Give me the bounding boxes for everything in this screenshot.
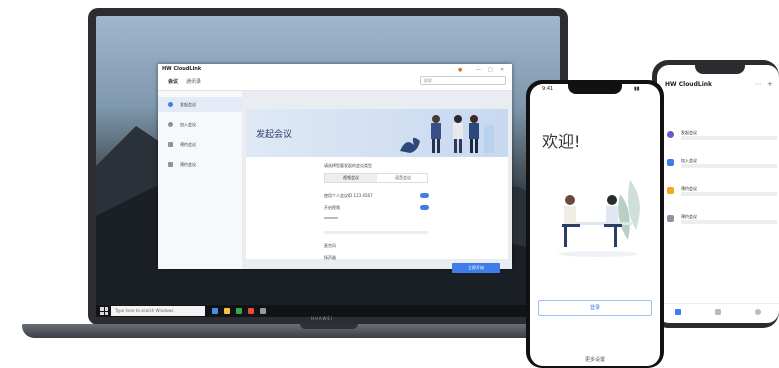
- laptop-screen: HW CloudLink 会议 通讯录 ● — □ ✕ 搜索 发起会议 加入会议…: [96, 16, 560, 317]
- windows-start-icon[interactable]: [100, 307, 108, 315]
- sidebar-item-schedule[interactable]: 预约会议: [158, 137, 242, 152]
- edge-icon[interactable]: [212, 308, 218, 314]
- segment-video[interactable]: 视频会议: [325, 174, 377, 182]
- option-video: 开启视频: [324, 205, 340, 210]
- calendar-icon: [667, 187, 674, 194]
- phone-left-screen: 9:41 ▮▮ 欢迎! 登录 更多设置: [530, 84, 660, 366]
- login-button[interactable]: 登录: [538, 300, 652, 316]
- avatar-icon[interactable]: ●: [458, 67, 462, 73]
- phone-app-title: HW CloudLink: [665, 81, 713, 88]
- list-icon: [667, 215, 674, 222]
- nav-meetings[interactable]: 会议: [168, 78, 178, 85]
- form-heading: 请选择您要发起的会议类型: [324, 163, 372, 168]
- phone-item-start[interactable]: 发起会议: [665, 127, 779, 151]
- handshake-illustration: [400, 115, 494, 153]
- placeholder-line: [324, 231, 428, 234]
- maximize-icon[interactable]: □: [488, 67, 493, 73]
- phone-right-screen: HW CloudLink ⋯ + 发起会议 加入会议 预约会议 预约会议: [657, 65, 779, 323]
- phone-right: HW CloudLink ⋯ + 发起会议 加入会议 预约会议 预约会议: [652, 60, 779, 328]
- link-speaker[interactable]: 扬声器: [324, 255, 336, 261]
- join-icon: [168, 122, 173, 127]
- welcome-text: 欢迎!: [542, 132, 581, 151]
- calendar-icon: [168, 142, 173, 147]
- more-icon[interactable]: ⋯: [755, 81, 761, 88]
- laptop-notch: [300, 324, 358, 329]
- sidebar: 发起会议 加入会议 预约会议 预约会议: [158, 91, 242, 269]
- search-input[interactable]: 搜索: [420, 76, 506, 85]
- join-icon: [667, 159, 674, 166]
- app-icon[interactable]: [260, 308, 266, 314]
- sidebar-item-start[interactable]: 发起会议: [158, 97, 242, 112]
- meeting-illustration: [558, 180, 640, 257]
- tab-meetings-icon[interactable]: [675, 309, 681, 315]
- sidebar-item-join[interactable]: 加入会议: [158, 117, 242, 132]
- phone-item-join[interactable]: 加入会议: [665, 155, 779, 179]
- taskbar-search-input[interactable]: Type here to search Windows: [111, 306, 205, 316]
- phone-left: 9:41 ▮▮ 欢迎! 登录 更多设置: [526, 80, 664, 368]
- minimize-icon[interactable]: —: [476, 67, 481, 73]
- list-icon: [168, 162, 173, 167]
- option-personal-id: 使用个人会议ID 123 4567: [324, 193, 373, 198]
- phone-tabbar: [657, 303, 779, 323]
- sidebar-item-schedule-2[interactable]: 预约会议: [158, 157, 242, 172]
- meeting-type-switch: 视频会议 语音会议: [324, 173, 428, 183]
- personal-id-toggle[interactable]: [420, 193, 429, 198]
- item-subtitle: [681, 164, 777, 168]
- banner: 发起会议: [246, 109, 508, 157]
- item-subtitle: [681, 136, 777, 140]
- add-icon[interactable]: +: [767, 80, 773, 88]
- video-icon: [667, 131, 674, 138]
- placeholder-line: [324, 217, 338, 219]
- video-toggle[interactable]: [420, 205, 429, 210]
- main-area: 发起会议 请选择您要发起的会议类型 视频会议 语音会议 使用个人会议ID 123…: [242, 91, 512, 273]
- phone-notch: [695, 65, 745, 74]
- chrome-icon[interactable]: [236, 308, 242, 314]
- video-icon: [168, 102, 173, 107]
- phone-item-schedule[interactable]: 预约会议: [665, 183, 779, 207]
- more-settings-link[interactable]: 更多设置: [530, 356, 660, 363]
- battery-icon: ▮▮: [634, 86, 640, 92]
- nav-contacts[interactable]: 通讯录: [186, 78, 201, 85]
- item-subtitle: [681, 192, 777, 196]
- banner-title: 发起会议: [256, 130, 293, 140]
- item-subtitle: [681, 220, 777, 224]
- folder-icon[interactable]: [224, 308, 230, 314]
- tab-contacts-icon[interactable]: [715, 309, 721, 315]
- start-now-button[interactable]: 立即开始: [452, 263, 500, 273]
- laptop-brand: HUAWEI: [311, 316, 334, 321]
- phone-notch: [568, 84, 622, 94]
- link-microphone[interactable]: 麦克风: [324, 243, 336, 249]
- app-icon[interactable]: [248, 308, 254, 314]
- phone-item-schedule-2[interactable]: 预约会议: [665, 211, 779, 235]
- tab-me-icon[interactable]: [755, 309, 761, 315]
- cloudlink-window: HW CloudLink 会议 通讯录 ● — □ ✕ 搜索 发起会议 加入会议…: [158, 64, 512, 273]
- status-time: 9:41: [542, 86, 554, 92]
- app-title: HW CloudLink: [162, 66, 202, 72]
- close-icon[interactable]: ✕: [500, 67, 504, 73]
- segment-audio[interactable]: 语音会议: [377, 174, 429, 182]
- start-meeting-card: 发起会议 请选择您要发起的会议类型 视频会议 语音会议 使用个人会议ID 123…: [246, 109, 508, 273]
